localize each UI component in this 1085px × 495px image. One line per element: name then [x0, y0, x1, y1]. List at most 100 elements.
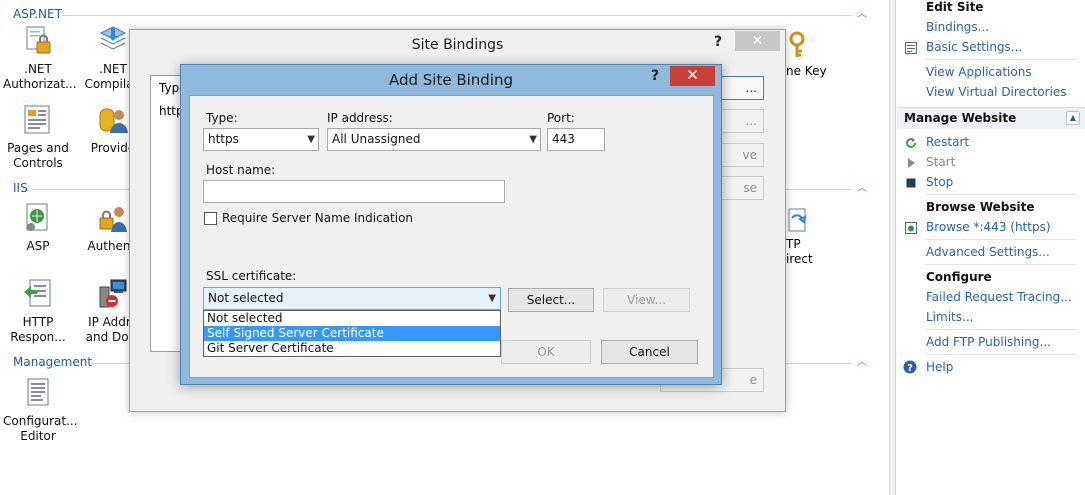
separator	[926, 354, 1076, 355]
ip-address-value: All Unassigned	[332, 132, 421, 146]
feature-machine-key-label[interactable]: ne Key	[786, 64, 827, 78]
start-link[interactable]: Start	[926, 155, 955, 169]
ssl-certificate-value: Not selected	[208, 291, 284, 305]
ip-address-select[interactable]: All Unassigned ▼	[327, 128, 541, 151]
manage-website-title: Manage Website	[904, 111, 1017, 125]
http-redirect-icon	[786, 206, 808, 234]
dropdown-option-not-selected[interactable]: Not selected	[204, 311, 500, 326]
feature-pages-controls[interactable]: Pages and Controls	[3, 103, 73, 171]
svg-text:?: ?	[907, 363, 913, 374]
close-button[interactable]: ✕	[735, 31, 780, 51]
limits-link[interactable]: Limits...	[926, 310, 973, 324]
feature-label: ASP	[26, 239, 50, 253]
key-icon	[786, 30, 812, 60]
manage-website-section[interactable]: Manage Website ▲	[897, 107, 1085, 129]
group-title-aspnet: ASP.NET	[13, 7, 62, 21]
require-sni-checkbox[interactable]	[204, 212, 217, 225]
port-label: Port:	[547, 111, 575, 125]
authentication-icon	[96, 201, 130, 235]
feature-net-authorization[interactable]: .NET Authorizat...	[3, 24, 77, 92]
separator	[926, 239, 1076, 240]
dialog-title: Site Bindings	[411, 37, 504, 53]
collapse-chevron-icon[interactable]: ︿	[856, 357, 868, 369]
advanced-settings-link[interactable]: Advanced Settings...	[926, 245, 1050, 259]
type-select-value: https	[208, 132, 239, 146]
view-virtual-directories-link[interactable]: View Virtual Directories	[926, 85, 1067, 99]
collapse-chevron-icon[interactable]: ︿	[856, 183, 868, 195]
feature-asp[interactable]: ASP	[3, 201, 73, 254]
pages-icon	[21, 103, 55, 137]
help-button[interactable]: ?	[714, 34, 722, 50]
bindings-link[interactable]: Bindings...	[926, 20, 989, 34]
feature-http-response[interactable]: HTTP Respon...	[3, 277, 73, 345]
dialog-title: Add Site Binding	[388, 71, 514, 89]
dropdown-option-self-signed[interactable]: Self Signed Server Certificate	[204, 326, 500, 341]
restart-icon	[905, 137, 917, 149]
configuration-editor-icon	[21, 376, 55, 410]
type-select[interactable]: https ▼	[203, 128, 319, 151]
stop-icon	[905, 177, 917, 189]
help-link[interactable]: Help	[926, 360, 953, 374]
ssl-certificate-dropdown[interactable]: Not selected Self Signed Server Certific…	[203, 310, 501, 357]
ssl-certificate-label: SSL certificate:	[206, 269, 297, 283]
separator	[926, 264, 1076, 265]
separator	[926, 194, 1076, 195]
dropdown-option-git-server[interactable]: Git Server Certificate	[204, 341, 500, 356]
cancel-button[interactable]: Cancel	[601, 340, 698, 364]
add-site-binding-dialog: Add Site Binding ? ✕ Type: https ▼ IP ad…	[180, 64, 722, 385]
collapse-chevron-icon[interactable]: ▲	[1066, 111, 1080, 125]
basic-settings-link[interactable]: Basic Settings...	[926, 40, 1022, 54]
group-title-management: Management	[13, 355, 93, 369]
port-input[interactable]: 443	[547, 128, 605, 151]
feature-configuration-editor[interactable]: Configurat... Editor	[3, 376, 78, 444]
providers-icon	[96, 103, 130, 137]
basic-settings-icon	[905, 42, 917, 54]
ip-address-label: IP address:	[327, 111, 393, 125]
ip-restrictions-icon	[96, 277, 130, 311]
ok-button[interactable]: OK	[501, 340, 591, 364]
chevron-down-icon: ▼	[307, 134, 315, 145]
remove-binding-button[interactable]: ve	[716, 143, 764, 167]
browse-binding-button[interactable]: se	[716, 176, 764, 200]
feature-label: Pages and Controls	[7, 141, 69, 170]
dialog-body: Type: https ▼ IP address: All Unassigned…	[189, 95, 714, 378]
configure-header: Configure	[926, 270, 992, 284]
failed-request-tracing-link[interactable]: Failed Request Tracing...	[926, 290, 1072, 304]
require-sni-label[interactable]: Require Server Name Indication	[222, 211, 413, 225]
chevron-down-icon: ▼	[529, 134, 537, 145]
feature-http-redirect-label[interactable]: TP irect	[786, 237, 813, 267]
group-title-iis: IIS	[13, 181, 28, 195]
separator	[926, 59, 1076, 60]
restart-link[interactable]: Restart	[926, 135, 969, 149]
select-certificate-button[interactable]: Select...	[508, 288, 594, 312]
type-label: Type:	[206, 111, 238, 125]
actions-pane: Edit Site Bindings... Basic Settings... …	[897, 0, 1085, 495]
add-binding-button[interactable]: ...	[716, 76, 764, 100]
asp-icon	[21, 201, 55, 235]
ssl-certificate-select[interactable]: Not selected ▼	[203, 287, 501, 310]
separator	[926, 329, 1076, 330]
add-ftp-publishing-link[interactable]: Add FTP Publishing...	[926, 335, 1051, 349]
close-button[interactable]: ✕	[670, 66, 715, 86]
feature-label: Configurat... Editor	[3, 414, 78, 443]
browse-icon	[905, 222, 917, 234]
help-icon: ?	[903, 360, 917, 374]
help-button[interactable]: ?	[651, 68, 659, 84]
pane-splitter[interactable]	[889, 0, 896, 495]
host-name-label: Host name:	[206, 163, 276, 177]
compile-icon	[96, 24, 130, 58]
feature-label: .NET Authorizat...	[3, 62, 77, 91]
edit-site-header: Edit Site	[926, 0, 984, 14]
group-divider	[62, 15, 852, 16]
view-applications-link[interactable]: View Applications	[926, 65, 1032, 79]
stop-link[interactable]: Stop	[926, 175, 953, 189]
http-response-icon	[21, 277, 55, 311]
feature-label: HTTP Respon...	[10, 315, 66, 344]
browse-website-header: Browse Website	[926, 200, 1035, 214]
edit-binding-button[interactable]: ...	[716, 109, 764, 133]
chevron-down-icon: ▼	[488, 293, 496, 304]
browse-443-link[interactable]: Browse *:443 (https)	[926, 220, 1051, 234]
view-certificate-button[interactable]: View...	[603, 288, 690, 312]
host-name-input[interactable]	[203, 180, 505, 203]
collapse-chevron-icon[interactable]: ︿	[856, 9, 868, 21]
